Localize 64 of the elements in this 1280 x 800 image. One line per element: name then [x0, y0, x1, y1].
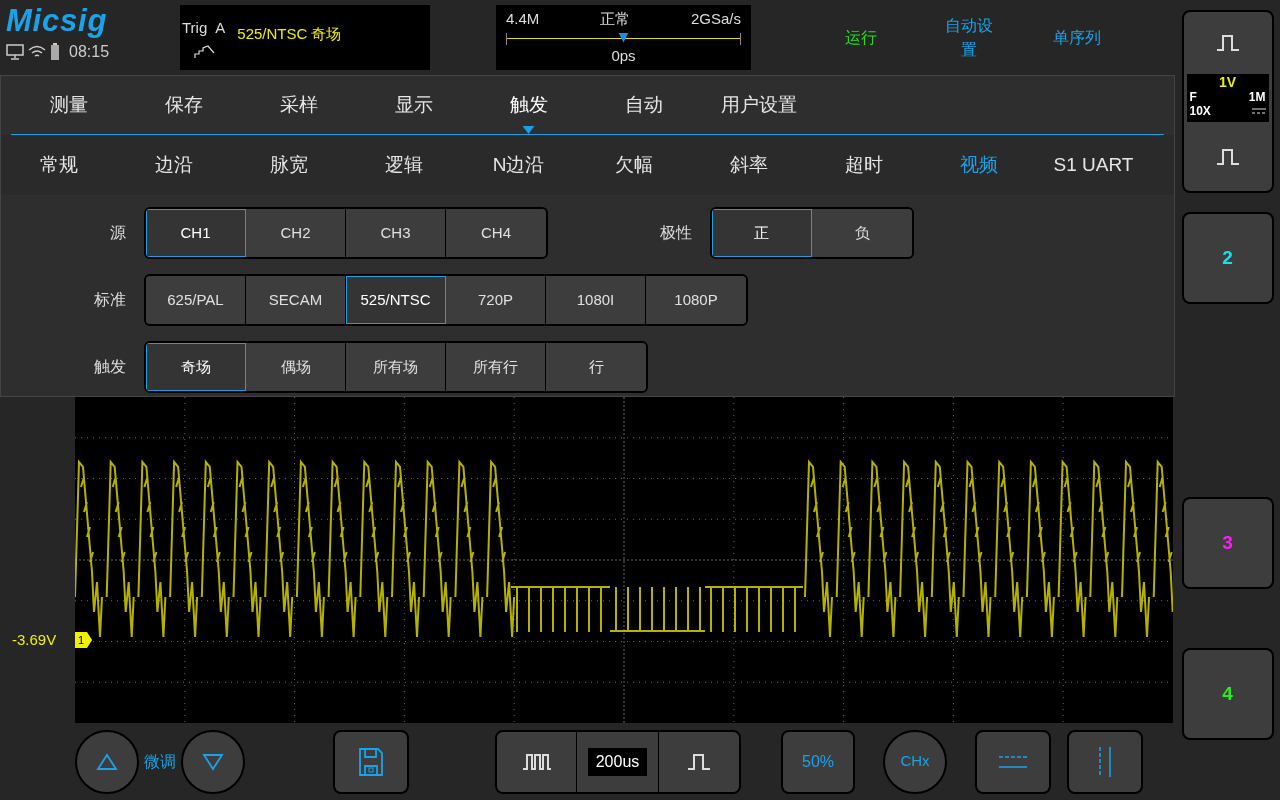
option-button[interactable]: 所有行	[446, 343, 546, 391]
brand-logo: Micsig	[6, 4, 109, 38]
channel-1-control[interactable]: 1V F 1M 10X	[1181, 10, 1274, 193]
menu-tab[interactable]: 触发	[471, 76, 586, 134]
menu-tab[interactable]: 采样	[241, 76, 356, 134]
option-button[interactable]: 1080I	[546, 276, 646, 324]
trigger-type-tab[interactable]: 视频	[921, 135, 1036, 195]
channel-marker: 1	[75, 632, 93, 648]
option-button[interactable]: 偶场	[246, 343, 346, 391]
menu-tab[interactable]: 测量	[11, 76, 126, 134]
time-offset: 0ps	[611, 45, 636, 66]
channel-button[interactable]: 4	[1181, 648, 1274, 740]
memory-depth: 4.4M	[506, 9, 540, 29]
trigger-source: A	[215, 18, 226, 38]
trigger-50-button[interactable]: 50%	[781, 729, 855, 794]
fine-adjust-label: 微调	[144, 751, 176, 772]
setting-label: 极性	[659, 223, 693, 243]
trigger-label: Trig	[182, 18, 208, 38]
menu-tab[interactable]: 自动	[586, 76, 701, 134]
option-button[interactable]: CH2	[246, 209, 346, 257]
control-button[interactable]: 自动设置	[927, 6, 1011, 70]
clock-time: 08:15	[69, 42, 110, 62]
menu-tab[interactable]: 用户设置	[701, 76, 816, 134]
input-impedance: 1M	[1248, 90, 1266, 104]
trigger-type-tab[interactable]: 脉宽	[231, 135, 346, 195]
bandwidth-limit: F	[1189, 90, 1197, 104]
channel-button[interactable]: 3	[1181, 497, 1274, 589]
option-button[interactable]: CH1	[146, 209, 246, 257]
trigger-type-tab[interactable]: 超时	[806, 135, 921, 195]
option-button[interactable]: CH3	[346, 209, 446, 257]
option-button[interactable]: CH4	[446, 209, 546, 257]
control-button[interactable]: 运行	[819, 6, 903, 70]
channel-offset-reading: -3.69V	[12, 630, 57, 650]
trigger-type-tab[interactable]: N边沿	[461, 135, 576, 195]
option-button[interactable]: 525/NTSC	[346, 276, 446, 324]
trigger-type-tab[interactable]: 逻辑	[346, 135, 461, 195]
trigger-type-tab[interactable]: S1 UART	[1036, 135, 1151, 195]
option-button[interactable]: 720P	[446, 276, 546, 324]
trigger-type-tab[interactable]: 斜率	[691, 135, 806, 195]
volts-per-div: 1V	[1218, 74, 1237, 90]
menu-tab[interactable]: 显示	[356, 76, 471, 134]
setting-label: 触发	[93, 357, 127, 377]
option-button[interactable]: 所有场	[346, 343, 446, 391]
channel-button[interactable]: 2	[1181, 212, 1274, 304]
option-button[interactable]: 行	[546, 343, 646, 391]
control-button[interactable]: 单序列	[1035, 6, 1119, 70]
sample-rate: 2GSa/s	[690, 9, 741, 29]
option-button[interactable]: SECAM	[246, 276, 346, 324]
trigger-type-tab[interactable]: 常规	[1, 135, 116, 195]
option-button[interactable]: 负	[812, 209, 912, 257]
setting-label: 标准	[93, 290, 127, 310]
option-button[interactable]: 正	[712, 209, 812, 257]
probe-ratio: 10X	[1189, 104, 1211, 118]
trigger-setting: 525/NTSC 奇场	[237, 24, 342, 44]
option-button[interactable]: 奇场	[146, 343, 246, 391]
acquire-mode: 正常	[600, 9, 631, 29]
channel-select-button[interactable]: CHx	[883, 729, 947, 794]
timebase-value: 200us	[587, 747, 648, 776]
option-button[interactable]: 625/PAL	[146, 276, 246, 324]
menu-tab[interactable]: 保存	[126, 76, 241, 134]
option-button[interactable]: 1080P	[646, 276, 746, 324]
trigger-type-tab[interactable]: 欠幅	[576, 135, 691, 195]
setting-label: 源	[109, 223, 127, 243]
trigger-type-tab[interactable]: 边沿	[116, 135, 231, 195]
